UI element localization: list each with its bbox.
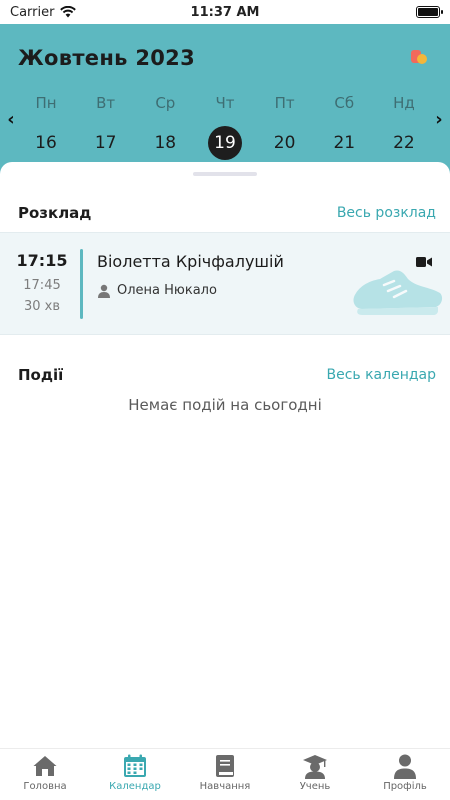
day-name: Нд (393, 94, 415, 112)
prev-week-button[interactable]: ‹ (4, 108, 18, 130)
book-icon (216, 755, 234, 777)
tab-student[interactable]: Учень (270, 749, 360, 800)
day-name: Сб (334, 94, 355, 112)
events-empty-message: Немає подій на сьогодні (128, 396, 322, 414)
day-thu[interactable]: Чт 19 (196, 94, 254, 160)
day-number[interactable]: 16 (29, 126, 63, 160)
day-fri[interactable]: Пт 20 (256, 94, 314, 160)
tab-label: Навчання (199, 781, 251, 792)
profile-icon (394, 754, 416, 779)
bottom-tab-bar: Головна Календар Навчання Учень Профіль (0, 748, 450, 800)
day-number[interactable]: 21 (327, 126, 361, 160)
wifi-icon (60, 6, 77, 18)
lesson-end-time: 17:45 (23, 278, 61, 293)
day-mon[interactable]: Пн 16 (17, 94, 75, 160)
status-left: Carrier (10, 4, 77, 20)
tab-label: Головна (23, 781, 67, 792)
tokens-badge-icon[interactable] (410, 48, 428, 66)
day-name: Пн (35, 94, 57, 112)
lesson-student-name: Віолетта Крічфалушій (97, 252, 284, 271)
day-number[interactable]: 17 (89, 126, 123, 160)
day-name: Чт (215, 94, 235, 112)
day-number-selected[interactable]: 19 (207, 126, 242, 160)
tab-learning[interactable]: Навчання (180, 749, 270, 800)
lesson-times: 17:15 17:45 30 хв (16, 251, 68, 314)
full-calendar-link[interactable]: Весь календар (326, 367, 436, 383)
lesson-accent-bar (80, 249, 83, 319)
month-title[interactable]: Жовтень 2023 (18, 46, 195, 70)
day-wed[interactable]: Ср 18 (136, 94, 194, 160)
home-icon (33, 756, 57, 776)
tab-label: Профіль (383, 781, 427, 792)
person-icon (98, 284, 110, 298)
lesson-teacher: Олена Нюкало (97, 283, 217, 298)
next-week-button[interactable]: › (432, 108, 446, 130)
week-days-row: Пн 16 Вт 17 Ср 18 Чт 19 Пт 20 Сб 21 Нд 2… (17, 94, 433, 160)
battery-icon (416, 6, 443, 18)
video-camera-icon[interactable] (416, 256, 432, 268)
calendar-icon (124, 754, 146, 777)
content-sheet: Розклад Весь розклад 17:15 17:45 30 хв В… (0, 162, 450, 748)
status-bar: Carrier 11:37 AM (0, 0, 450, 24)
day-name: Пт (274, 94, 295, 112)
tab-label: Учень (299, 781, 331, 792)
tab-calendar[interactable]: Календар (90, 749, 180, 800)
tab-label: Календар (109, 781, 161, 792)
teacher-name: Олена Нюкало (117, 283, 217, 298)
schedule-header: Розклад Весь розклад (18, 204, 436, 222)
day-name: Ср (155, 94, 176, 112)
tab-profile[interactable]: Профіль (360, 749, 450, 800)
day-sun[interactable]: Нд 22 (375, 94, 433, 160)
events-title: Події (18, 366, 64, 384)
day-number[interactable]: 20 (268, 126, 302, 160)
student-icon (303, 755, 327, 779)
lesson-card[interactable]: 17:15 17:45 30 хв Віолетта Крічфалушій О… (0, 232, 450, 335)
day-number[interactable]: 18 (148, 126, 182, 160)
tab-home[interactable]: Головна (0, 749, 90, 800)
carrier-label: Carrier (10, 4, 55, 20)
schedule-title: Розклад (18, 204, 92, 222)
day-number[interactable]: 22 (387, 126, 421, 160)
status-time: 11:37 AM (190, 4, 260, 20)
full-schedule-link[interactable]: Весь розклад (337, 205, 436, 221)
lesson-start-time: 17:15 (16, 251, 68, 270)
sheet-drag-handle[interactable] (193, 172, 257, 176)
day-tue[interactable]: Вт 17 (77, 94, 135, 160)
events-header: Події Весь календар (18, 366, 436, 384)
calendar-header: Жовтень 2023 ‹ › Пн 16 Вт 17 Ср 18 Чт 19… (0, 24, 450, 174)
day-sat[interactable]: Сб 21 (315, 94, 373, 160)
lesson-duration: 30 хв (23, 299, 61, 314)
day-name: Вт (96, 94, 116, 112)
